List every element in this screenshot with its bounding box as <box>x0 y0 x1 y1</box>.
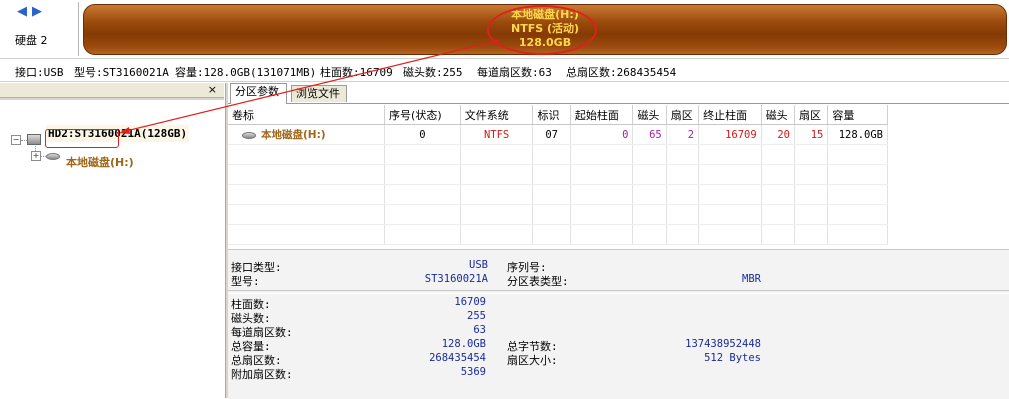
volume-icon <box>242 131 256 139</box>
sector-size-value: 512 Bytes <box>704 352 761 364</box>
table-cell: 07 <box>532 124 571 145</box>
divider <box>78 2 79 56</box>
model-value: ST3160021A <box>424 273 488 285</box>
table-row <box>228 204 888 225</box>
sectors-per-track-value: 63 <box>473 324 486 336</box>
column-header[interactable]: 容量 <box>827 105 888 125</box>
total-bytes-value: 137438952448 <box>685 338 761 350</box>
table-header-row: 卷标 序号(状态) 文件系统 标识 起始柱面 磁头 扇区 终止柱面 磁头 扇区 … <box>228 105 888 125</box>
interface-info: 接口:USB <box>15 66 64 79</box>
column-header[interactable]: 序号(状态) <box>384 105 461 125</box>
heads-info: 磁头数:255 <box>403 66 463 79</box>
arrow-right-icon[interactable]: ▶ <box>32 5 44 18</box>
tree-item-volume-label: 本地磁盘(H:) <box>66 156 134 169</box>
tree-item-volume[interactable]: 本地磁盘(H:) <box>0 149 224 169</box>
table-row <box>228 144 888 165</box>
column-header[interactable]: 扇区 <box>794 105 829 125</box>
table-cell: 128.0GB <box>827 124 888 145</box>
column-header[interactable]: 终止柱面 <box>698 105 762 125</box>
table-cell: 15 <box>794 124 829 145</box>
table-cell: 20 <box>761 124 796 145</box>
column-header[interactable]: 扇区 <box>666 105 700 125</box>
column-header[interactable]: 卷标 <box>228 105 386 125</box>
disk-tree: − HD2:ST3160021A(128GB) + 本地磁盘(H:) <box>0 113 224 393</box>
capacity-info: 容量:128.0GB(131071MB) <box>175 66 317 79</box>
interface-type-value: USB <box>469 259 488 271</box>
disk-info-strip: 接口:USB 型号:ST3160021A 容量:128.0GB(131071MB… <box>0 58 1009 82</box>
disk-label: 硬盘 2 <box>15 34 48 47</box>
divider <box>228 290 1009 294</box>
column-header[interactable]: 磁头 <box>761 105 796 125</box>
sectors-per-track-info: 每道扇区数:63 <box>477 66 552 79</box>
table-row <box>228 164 888 185</box>
column-header[interactable]: 标识 <box>532 105 571 125</box>
extra-sectors-label: 附加扇区数: <box>231 368 293 381</box>
table-cell: 2 <box>666 124 700 145</box>
annotation-ellipse <box>487 5 597 55</box>
disk-details: 接口类型: USB 序列号: 型号: ST3160021A 分区表类型: MBR… <box>228 249 1009 399</box>
tab-bar: 分区参数 浏览文件 <box>228 83 1009 104</box>
table-cell: 0 <box>570 124 634 145</box>
annotation-box <box>45 129 119 148</box>
cylinders-info: 柱面数:16709 <box>320 66 393 79</box>
divider <box>0 98 224 100</box>
column-header[interactable]: 起始柱面 <box>570 105 634 125</box>
partition-table-type-label: 分区表类型: <box>507 275 569 288</box>
tab-partition-params[interactable]: 分区参数 <box>230 83 287 104</box>
table-row[interactable]: 本地磁盘(H:) 0 NTFS 07 0 65 2 16709 20 15 12… <box>228 124 888 145</box>
model-label: 型号: <box>231 275 260 288</box>
table-cell: 0 <box>384 124 461 145</box>
table-row <box>228 184 888 205</box>
heads-value: 255 <box>467 310 486 322</box>
panel-header: × <box>0 83 224 98</box>
column-header[interactable]: 磁头 <box>632 105 667 125</box>
volume-label: 本地磁盘(H:) <box>261 129 326 141</box>
disk-map-bar: ◀ ▶ 硬盘 2 本地磁盘(H:) NTFS (活动) 128.0GB <box>0 0 1009 58</box>
extra-sectors-value: 5369 <box>460 366 486 378</box>
capacity-value: 128.0GB <box>441 338 486 350</box>
partition-panel: 分区参数 浏览文件 卷标 序号(状态) 文件系统 标识 起始柱面 磁头 扇区 终… <box>228 83 1009 399</box>
close-icon[interactable]: × <box>208 83 217 96</box>
table-cell: 65 <box>632 124 667 145</box>
partition-table-type-value: MBR <box>742 273 761 285</box>
total-sectors-info: 总扇区数:268435454 <box>566 66 677 79</box>
total-sectors-value: 268435454 <box>429 352 486 364</box>
sector-size-label: 扇区大小: <box>507 354 558 367</box>
column-header[interactable]: 文件系统 <box>460 105 534 125</box>
table-cell: NTFS <box>460 124 534 145</box>
partition-table: 卷标 序号(状态) 文件系统 标识 起始柱面 磁头 扇区 终止柱面 磁头 扇区 … <box>228 105 1009 249</box>
arrow-left-icon[interactable]: ◀ <box>17 5 29 18</box>
model-info: 型号:ST3160021A <box>74 66 169 79</box>
table-row <box>228 224 888 245</box>
tab-browse-files[interactable]: 浏览文件 <box>291 85 347 102</box>
cylinders-value: 16709 <box>454 296 486 308</box>
table-cell: 16709 <box>698 124 762 145</box>
